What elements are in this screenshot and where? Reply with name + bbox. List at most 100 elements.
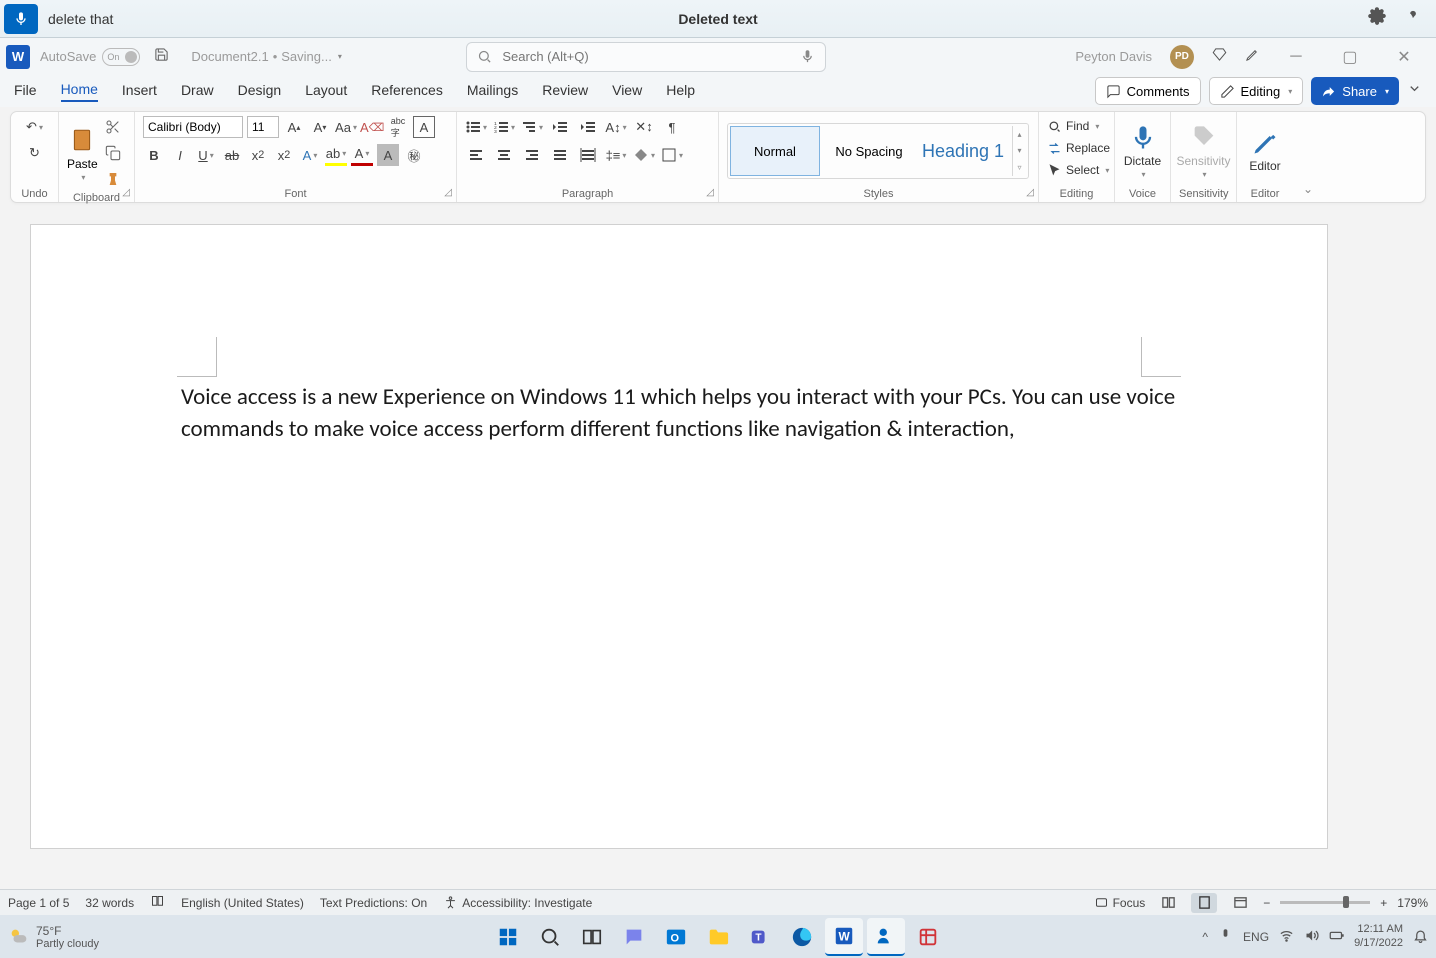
show-marks-button[interactable]: ¶ (661, 116, 683, 138)
close-button[interactable]: ✕ (1386, 47, 1422, 67)
paragraph-launcher[interactable]: ◿ (706, 187, 714, 198)
zoom-in-button[interactable]: + (1380, 896, 1387, 910)
taskbar-word[interactable]: W (825, 918, 863, 956)
voice-microphone-button[interactable] (4, 4, 38, 34)
paste-button[interactable]: Paste ▾ (67, 125, 98, 182)
document-page[interactable]: Voice access is a new Experience on Wind… (30, 224, 1328, 849)
taskbar-search[interactable] (531, 918, 569, 956)
format-painter-button[interactable] (102, 168, 124, 190)
borders-button[interactable]: ▾ (661, 144, 683, 166)
align-right-button[interactable] (521, 144, 543, 166)
styles-launcher[interactable]: ◿ (1026, 187, 1034, 198)
style-no-spacing[interactable]: No Spacing (824, 126, 914, 176)
asian-layout-button[interactable]: ✕↕ (633, 116, 655, 138)
tab-insert[interactable]: Insert (122, 82, 157, 101)
pen-button[interactable] (1245, 47, 1260, 67)
collapse-ribbon-button[interactable] (1407, 81, 1422, 101)
language-status[interactable]: English (United States) (181, 896, 304, 910)
tray-volume[interactable] (1304, 928, 1319, 946)
web-layout-button[interactable] (1227, 893, 1253, 913)
style-heading-1[interactable]: Heading 1 (918, 126, 1008, 176)
font-size-input[interactable] (247, 116, 279, 138)
voice-help-button[interactable] (1404, 7, 1422, 30)
taskbar-chat[interactable] (615, 918, 653, 956)
weather-widget[interactable]: 75°F Partly cloudy (8, 924, 99, 950)
taskbar-edge[interactable] (783, 918, 821, 956)
print-layout-button[interactable] (1191, 893, 1217, 913)
page-number-status[interactable]: Page 1 of 5 (8, 896, 69, 910)
numbering-button[interactable]: 123▾ (493, 116, 515, 138)
diamond-button[interactable] (1212, 47, 1227, 67)
word-count-status[interactable]: 32 words (85, 896, 134, 910)
tray-wifi[interactable] (1279, 928, 1294, 946)
search-box[interactable] (466, 42, 826, 72)
taskbar-teams[interactable]: T (741, 918, 779, 956)
minimize-button[interactable]: ─ (1278, 48, 1314, 66)
tab-view[interactable]: View (612, 82, 642, 101)
focus-mode-button[interactable]: Focus (1094, 895, 1146, 910)
find-button[interactable]: Find▾ (1047, 116, 1099, 136)
select-button[interactable]: Select▾ (1047, 160, 1109, 180)
cut-button[interactable] (102, 116, 124, 138)
italic-button[interactable]: I (169, 144, 191, 166)
text-predictions-status[interactable]: Text Predictions: On (320, 896, 427, 910)
increase-indent-button[interactable] (577, 116, 599, 138)
sort-button[interactable]: A↕▾ (605, 116, 627, 138)
bold-button[interactable]: B (143, 144, 165, 166)
line-spacing-button[interactable]: ‡≡▾ (605, 144, 627, 166)
shrink-font-button[interactable]: A▾ (309, 116, 331, 138)
document-area[interactable]: Voice access is a new Experience on Wind… (0, 210, 1436, 858)
highlight-button[interactable]: ab▾ (325, 144, 347, 166)
decrease-indent-button[interactable] (549, 116, 571, 138)
comments-button[interactable]: Comments (1095, 77, 1201, 105)
accessibility-status[interactable]: Accessibility: Investigate (443, 895, 592, 910)
tab-review[interactable]: Review (542, 82, 588, 101)
strikethrough-button[interactable]: ab (221, 144, 243, 166)
align-left-button[interactable] (465, 144, 487, 166)
tray-battery[interactable] (1329, 928, 1344, 946)
save-button[interactable] (154, 47, 169, 67)
tab-layout[interactable]: Layout (305, 82, 347, 101)
tab-design[interactable]: Design (238, 82, 282, 101)
search-input[interactable] (502, 49, 790, 64)
user-name[interactable]: Peyton Davis (1075, 49, 1152, 64)
enclose-characters-button[interactable]: ㊙ (403, 144, 425, 166)
font-name-input[interactable] (143, 116, 243, 138)
align-center-button[interactable] (493, 144, 515, 166)
style-normal[interactable]: Normal (730, 126, 820, 176)
tab-help[interactable]: Help (666, 82, 695, 101)
grow-font-button[interactable]: A▴ (283, 116, 305, 138)
microphone-icon[interactable] (800, 49, 815, 64)
start-button[interactable] (489, 918, 527, 956)
task-view[interactable] (573, 918, 611, 956)
copy-button[interactable] (102, 142, 124, 164)
text-effects-button[interactable]: A▾ (299, 144, 321, 166)
shading-button[interactable]: ▾ (633, 144, 655, 166)
spellcheck-status[interactable] (150, 894, 165, 912)
distributed-button[interactable] (577, 144, 599, 166)
zoom-level[interactable]: 179% (1397, 896, 1428, 910)
zoom-slider[interactable] (1280, 901, 1370, 904)
font-launcher[interactable]: ◿ (444, 187, 452, 198)
sensitivity-button[interactable]: Sensitivity ▾ (1177, 124, 1231, 179)
autosave-toggle[interactable]: On (102, 48, 140, 66)
tab-file[interactable]: File (14, 82, 37, 101)
tab-home[interactable]: Home (61, 81, 98, 102)
superscript-button[interactable]: x2 (273, 144, 295, 166)
share-button[interactable]: Share ▾ (1311, 77, 1399, 105)
tab-draw[interactable]: Draw (181, 82, 214, 101)
tray-clock[interactable]: 12:11 AM 9/17/2022 (1354, 923, 1403, 949)
voice-settings-button[interactable] (1368, 7, 1386, 30)
taskbar-outlook[interactable]: O (657, 918, 695, 956)
tab-mailings[interactable]: Mailings (467, 82, 518, 101)
document-name[interactable]: Document2.1 • Saving... ▾ (191, 49, 342, 64)
ribbon-options-button[interactable]: ⌄ (1303, 182, 1313, 196)
avatar[interactable]: PD (1170, 45, 1194, 69)
tray-language[interactable]: ENG (1243, 930, 1269, 944)
maximize-button[interactable]: ▢ (1332, 47, 1368, 67)
phonetic-guide-button[interactable]: abc字 (387, 116, 409, 138)
clipboard-launcher[interactable]: ◿ (122, 187, 130, 198)
redo-button[interactable]: ↻ (24, 142, 46, 164)
taskbar-explorer[interactable] (699, 918, 737, 956)
underline-button[interactable]: U▾ (195, 144, 217, 166)
